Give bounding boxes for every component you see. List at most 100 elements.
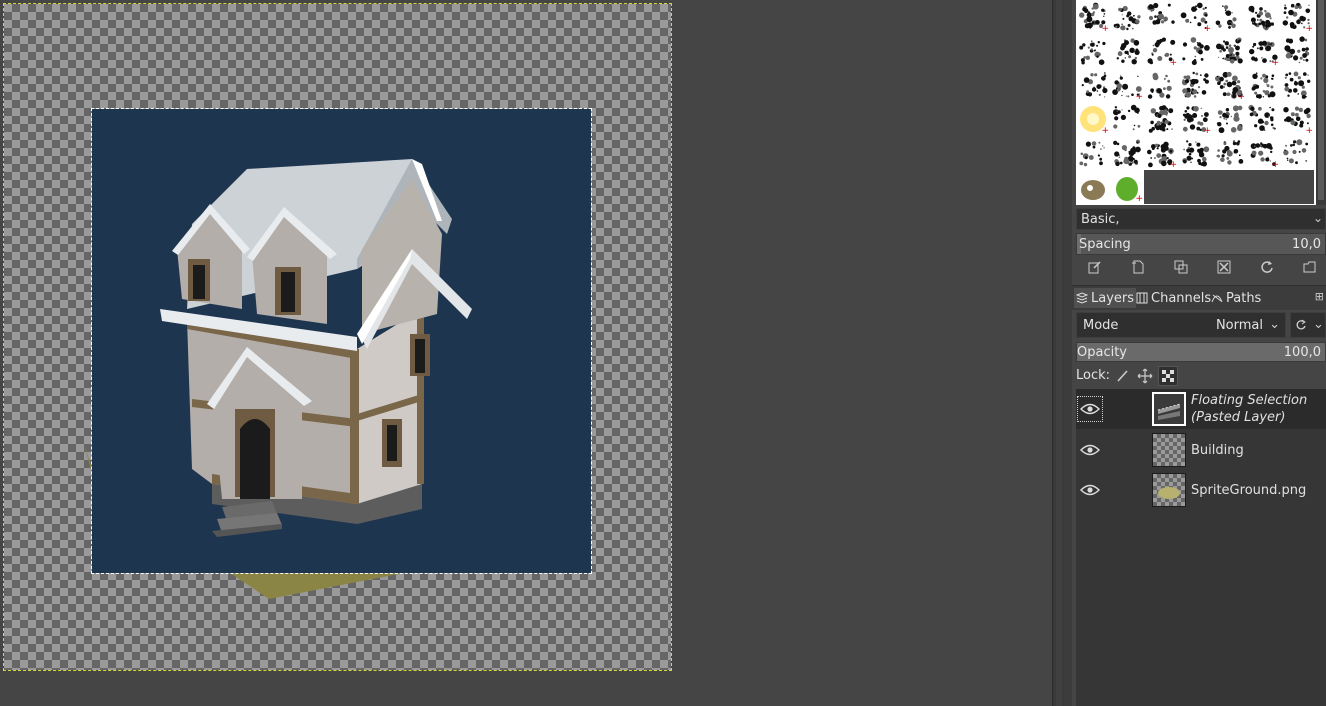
tab-menu-icon[interactable]: ⊞ xyxy=(1315,290,1324,303)
image-canvas-area[interactable] xyxy=(0,0,1052,706)
brush-plus-marker: + xyxy=(1271,58,1279,68)
brush-circle-icon[interactable]: + xyxy=(1178,102,1212,136)
brush-empty-slot xyxy=(1280,170,1314,204)
open-brush-folder-icon[interactable] xyxy=(1299,256,1321,278)
layers-icon xyxy=(1076,292,1088,304)
eye-icon[interactable] xyxy=(1078,478,1102,502)
brush-line-icon[interactable]: + xyxy=(1110,68,1144,102)
brush-splatter-icon[interactable] xyxy=(1110,0,1144,34)
chevron-down-icon[interactable]: ⌄ xyxy=(1313,211,1323,225)
brush-particles-icon[interactable] xyxy=(1110,102,1144,136)
opacity-slider[interactable]: Opacity 100,0 xyxy=(1076,342,1326,362)
brush-plus-marker: + xyxy=(1305,126,1313,136)
brush-spray-icon[interactable] xyxy=(1212,102,1246,136)
brush-smoke-icon[interactable] xyxy=(1280,34,1314,68)
mode-select[interactable]: Mode Normal ⌄ xyxy=(1076,312,1286,338)
lock-position-icon[interactable] xyxy=(1136,367,1154,385)
tab-paths[interactable]: Paths xyxy=(1209,288,1263,308)
spacing-slider[interactable]: Spacing 10,0 xyxy=(1076,233,1326,255)
canvas-scrollbar[interactable] xyxy=(1056,0,1062,706)
delete-brush-icon[interactable] xyxy=(1213,256,1235,278)
brush-vine-icon[interactable] xyxy=(1280,136,1314,170)
lock-row: Lock: xyxy=(1076,365,1326,387)
duplicate-brush-icon[interactable] xyxy=(1170,256,1192,278)
eye-icon[interactable] xyxy=(1077,396,1103,422)
channels-icon xyxy=(1136,292,1148,304)
mode-row: Mode Normal ⌄ ⌄ xyxy=(1076,312,1326,338)
layer-name[interactable]: SpriteGround.png xyxy=(1191,482,1306,499)
brush-drop-icon[interactable] xyxy=(1144,68,1178,102)
layer-row-floating-selection[interactable]: Floating Selection (Pasted Layer) xyxy=(1076,389,1326,429)
layer-thumbnail xyxy=(1152,473,1186,507)
brush-hair-icon[interactable]: + xyxy=(1246,136,1280,170)
brush-empty-slot xyxy=(1246,170,1280,204)
spacing-label: Spacing xyxy=(1079,237,1131,252)
brush-hatched-icon[interactable] xyxy=(1144,0,1178,34)
brush-scratch-icon[interactable] xyxy=(1144,102,1178,136)
chevron-down-icon: ⌄ xyxy=(1269,317,1280,332)
house-image xyxy=(160,159,472,537)
brush-flower-icon[interactable] xyxy=(1178,136,1212,170)
brush-plus-marker: + xyxy=(1271,160,1279,170)
tab-layers[interactable]: Layers xyxy=(1074,288,1137,308)
eye-icon[interactable] xyxy=(1078,438,1102,462)
layer-row-spriteground[interactable]: SpriteGround.png xyxy=(1076,470,1326,510)
floating-selection-layer[interactable] xyxy=(91,108,592,574)
brush-dust-icon[interactable]: + xyxy=(1280,102,1314,136)
brush-empty-slot xyxy=(1144,170,1178,204)
brush-grid-scroll-thumb[interactable] xyxy=(1318,0,1324,200)
brush-dots-icon[interactable] xyxy=(1076,68,1110,102)
brush-plus-marker: + xyxy=(1203,24,1211,34)
brush-arrows-icon[interactable] xyxy=(1110,34,1144,68)
brush-empty-slot xyxy=(1212,170,1246,204)
gimp-mascot-icon[interactable] xyxy=(1076,170,1110,204)
brush-preset-value: Basic, xyxy=(1081,212,1120,227)
refresh-brush-icon[interactable] xyxy=(1256,256,1278,278)
brush-burst-icon[interactable] xyxy=(1212,136,1246,170)
layers-list[interactable]: Floating Selection (Pasted Layer) Buildi… xyxy=(1076,389,1326,706)
edit-brush-icon[interactable] xyxy=(1084,256,1106,278)
green-pepper-icon[interactable]: + xyxy=(1110,170,1144,204)
layer-name[interactable]: Building xyxy=(1191,442,1244,459)
brush-grunge-icon[interactable] xyxy=(1178,34,1212,68)
brush-crosshatch-icon[interactable] xyxy=(1246,0,1280,34)
tab-channels[interactable]: Channels xyxy=(1134,288,1213,308)
brush-plus-marker: + xyxy=(1169,58,1177,68)
brush-empty-slot xyxy=(1178,170,1212,204)
mode-reset-button[interactable]: ⌄ xyxy=(1290,312,1326,338)
brush-grid[interactable]: + + + + + + + + + + + + + xyxy=(1076,0,1316,205)
brush-pencil-icon[interactable]: + xyxy=(1212,68,1246,102)
brush-oval-icon[interactable] xyxy=(1212,0,1246,34)
brush-plus-marker: + xyxy=(1237,92,1245,102)
brush-sponge-icon[interactable]: + xyxy=(1144,34,1178,68)
brush-cloud-icon[interactable] xyxy=(1280,68,1314,102)
image-canvas[interactable] xyxy=(3,3,672,671)
brush-specks-icon[interactable]: + xyxy=(1280,0,1314,34)
opacity-label: Opacity xyxy=(1077,345,1128,360)
brush-diagonal-icon[interactable] xyxy=(1246,68,1280,102)
brush-spatter-icon[interactable]: + xyxy=(1246,34,1280,68)
new-brush-icon[interactable] xyxy=(1127,256,1149,278)
dock-edge xyxy=(1064,0,1072,706)
brush-star-icon[interactable] xyxy=(1076,136,1110,170)
brush-blob-icon[interactable]: + xyxy=(1178,0,1212,34)
brush-preset-field[interactable]: Basic, ⌄ xyxy=(1076,208,1326,230)
brush-dot-icon[interactable] xyxy=(1178,68,1212,102)
brush-texture-icon[interactable]: + xyxy=(1076,0,1110,34)
layer-name-line1: Floating Selection xyxy=(1191,393,1308,408)
layer-name[interactable]: Floating Selection (Pasted Layer) xyxy=(1191,392,1307,426)
lock-pixels-icon[interactable] xyxy=(1114,367,1132,385)
brush-ink-icon[interactable] xyxy=(1110,136,1144,170)
lock-alpha-icon[interactable] xyxy=(1158,366,1178,386)
brush-glow-icon[interactable]: + xyxy=(1076,102,1110,136)
brush-strokes-icon[interactable] xyxy=(1212,34,1246,68)
tab-channels-label: Channels xyxy=(1151,290,1212,306)
brush-grid-scrollbar[interactable] xyxy=(1316,0,1326,205)
brush-leaf-icon[interactable] xyxy=(1076,34,1110,68)
mode-value: Normal xyxy=(1215,318,1263,333)
layer-thumbnail xyxy=(1152,392,1186,426)
brush-grass-icon[interactable] xyxy=(1246,102,1280,136)
brush-stripes-icon[interactable]: + xyxy=(1144,136,1178,170)
layer-row-building[interactable]: Building xyxy=(1076,430,1326,470)
paths-icon xyxy=(1211,294,1223,303)
